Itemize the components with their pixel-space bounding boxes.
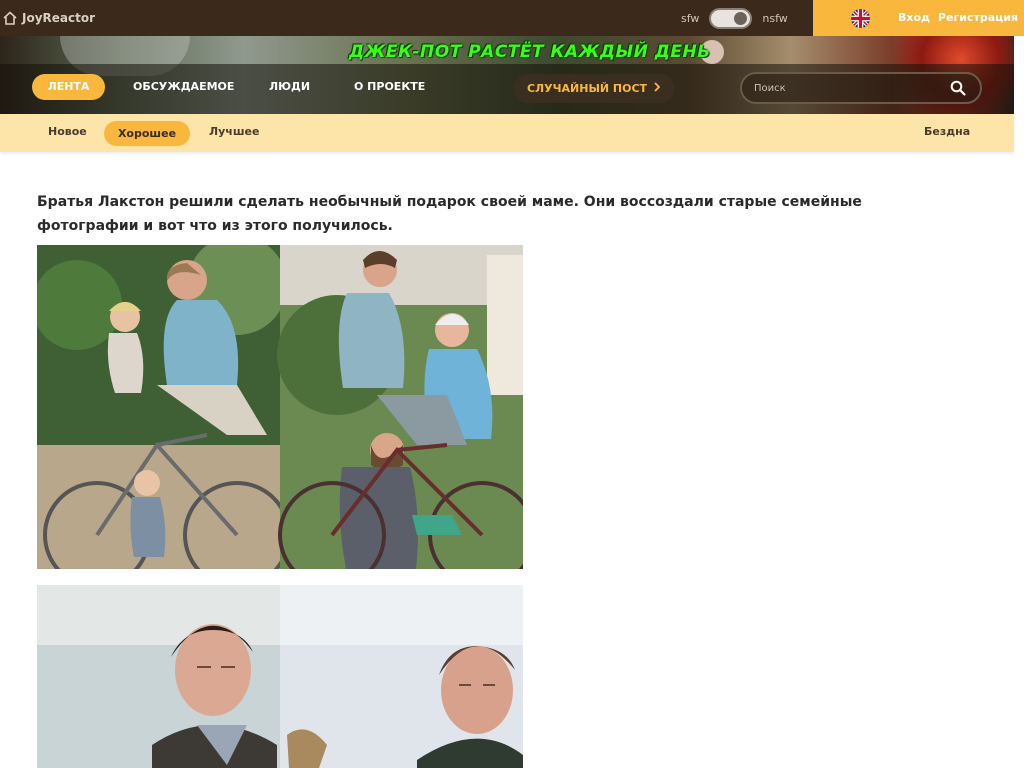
toggle-knob (734, 11, 748, 25)
auth-panel: Вход Регистрация (813, 0, 1024, 36)
post-image-sleeping[interactable] (37, 585, 523, 768)
random-post-button[interactable]: СЛУЧАЙНЫЙ ПОСТ (514, 74, 674, 103)
search-input[interactable] (754, 79, 934, 97)
promo-banner-text[interactable]: ДЖЕК-ПОТ РАСТЁТ КАЖДЫЙ ДЕНЬ (349, 42, 711, 62)
tab-best[interactable]: Лучшее (209, 125, 259, 138)
post-text: Братья Лакстон решили сделать необычный … (37, 194, 862, 234)
site-logo[interactable]: JoyReactor (0, 0, 95, 36)
sub-nav: Новое Хорошее Лучшее Бездна (0, 114, 1014, 152)
nav-item-discussed[interactable]: ОБСУЖДАЕМОЕ (133, 74, 234, 100)
tab-good[interactable]: Хорошее (104, 121, 190, 146)
random-post-label: СЛУЧАЙНЫЙ ПОСТ (526, 82, 648, 95)
nav-item-about[interactable]: О ПРОЕКТЕ (354, 74, 425, 100)
tab-abyss[interactable]: Бездна (924, 125, 970, 138)
sfw-nsfw-switch: sfw nsfw (681, 0, 788, 36)
nav-item-people[interactable]: ЛЮДИ (269, 74, 310, 100)
post-image-bicycle[interactable] (37, 245, 523, 569)
login-link[interactable]: Вход (898, 11, 930, 24)
sfw-label: sfw (681, 11, 700, 25)
nav-item-feed[interactable]: ЛЕНТА (32, 74, 105, 100)
nsfw-toggle[interactable] (709, 7, 753, 29)
register-link[interactable]: Регистрация (938, 11, 1018, 24)
nsfw-label: nsfw (762, 11, 788, 25)
top-bar: JoyReactor sfw nsfw Вход Регистрация (0, 0, 1024, 36)
chevron-right-icon (653, 82, 661, 95)
search-box (740, 72, 982, 104)
tab-new[interactable]: Новое (48, 125, 87, 138)
site-name: JoyReactor (22, 11, 96, 25)
uk-flag-icon[interactable] (851, 9, 870, 28)
home-icon (2, 10, 18, 26)
search-icon[interactable] (950, 80, 966, 100)
